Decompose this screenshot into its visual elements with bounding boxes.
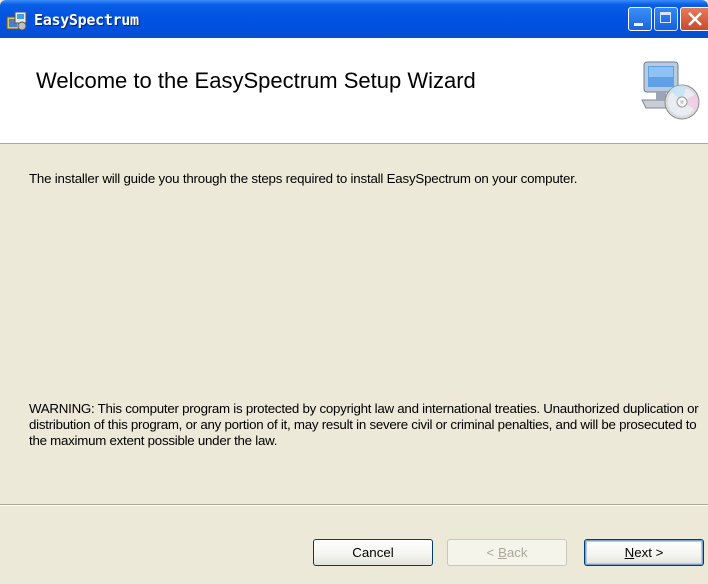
footer-divider-highlight [0,505,708,506]
back-button[interactable]: < Back [447,539,567,566]
back-label-rest: ack [506,545,528,560]
intro-text: The installer will guide you through the… [29,171,578,186]
next-label-rest: ext > [634,545,664,560]
close-button[interactable] [680,7,708,31]
back-prefix: < [486,545,498,560]
minimize-button[interactable] [628,7,652,31]
maximize-button[interactable] [654,7,678,31]
next-mnemonic: N [624,545,635,560]
cancel-button[interactable]: Cancel [313,539,433,566]
installer-icon [6,9,28,31]
title-bar[interactable]: EasySpectrum [0,0,708,38]
back-mnemonic: B [497,545,507,560]
next-button[interactable]: Next > [584,539,704,566]
computer-cd-icon [640,60,702,129]
close-icon [688,12,702,26]
copyright-warning: WARNING: This computer program is protec… [29,401,699,448]
page-title: Welcome to the EasySpectrum Setup Wizard [36,68,476,93]
window-title: EasySpectrum [34,11,139,29]
header-banner: Welcome to the EasySpectrum Setup Wizard [0,38,708,144]
